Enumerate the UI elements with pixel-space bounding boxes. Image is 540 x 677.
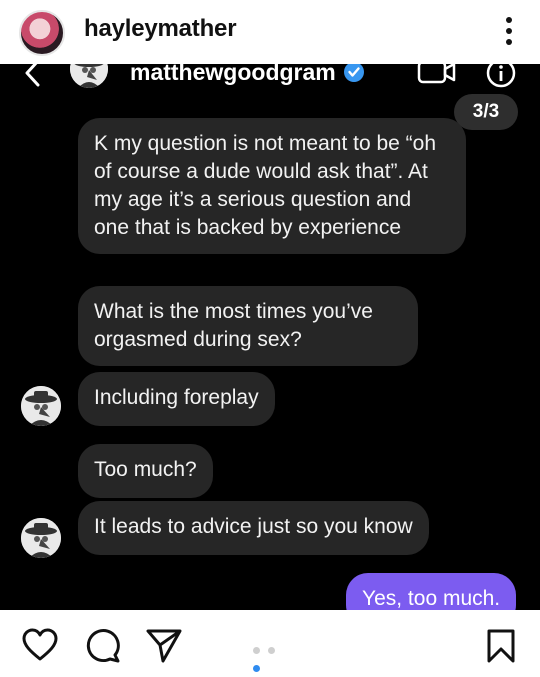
carousel-dot-active bbox=[253, 665, 260, 672]
video-call-icon[interactable] bbox=[417, 64, 457, 86]
message-bubble: Too much? bbox=[78, 444, 213, 498]
comment-icon[interactable] bbox=[85, 628, 121, 664]
verified-badge-icon bbox=[344, 64, 364, 82]
post-author-username[interactable]: hayleymather bbox=[84, 15, 237, 43]
more-options-icon[interactable] bbox=[504, 17, 514, 47]
dm-contact-avatar[interactable] bbox=[70, 64, 108, 88]
post-author-avatar[interactable] bbox=[19, 10, 65, 56]
sender-avatar[interactable] bbox=[21, 386, 61, 426]
message-bubble: It leads to advice just so you know bbox=[78, 501, 429, 555]
chevron-left-icon[interactable] bbox=[22, 64, 44, 88]
carousel-dot bbox=[253, 647, 260, 654]
heart-icon[interactable] bbox=[22, 628, 58, 662]
post-header: hayleymather bbox=[0, 0, 540, 64]
dm-header: matthewgoodgram bbox=[0, 64, 540, 90]
message-bubble: K my question is not meant to be “oh of … bbox=[78, 118, 466, 254]
message-bubble: Including foreplay bbox=[78, 372, 275, 426]
post-action-bar bbox=[0, 610, 540, 677]
message-bubble: What is the most times you’ve orgasmed d… bbox=[78, 286, 418, 366]
post-image-dm-screenshot[interactable]: matthewgoodgram 3/3 K my question is not… bbox=[0, 64, 540, 610]
send-icon[interactable] bbox=[145, 628, 183, 664]
bookmark-icon[interactable] bbox=[486, 628, 516, 664]
my-message-bubble: Yes, too much. bbox=[346, 573, 517, 610]
dm-contact-username[interactable]: matthewgoodgram bbox=[130, 64, 336, 86]
carousel-dot bbox=[268, 647, 276, 654]
info-icon[interactable] bbox=[486, 64, 516, 88]
carousel-page-badge: 3/3 bbox=[454, 94, 518, 130]
sender-avatar[interactable] bbox=[21, 518, 61, 558]
carousel-indicator bbox=[253, 641, 293, 672]
